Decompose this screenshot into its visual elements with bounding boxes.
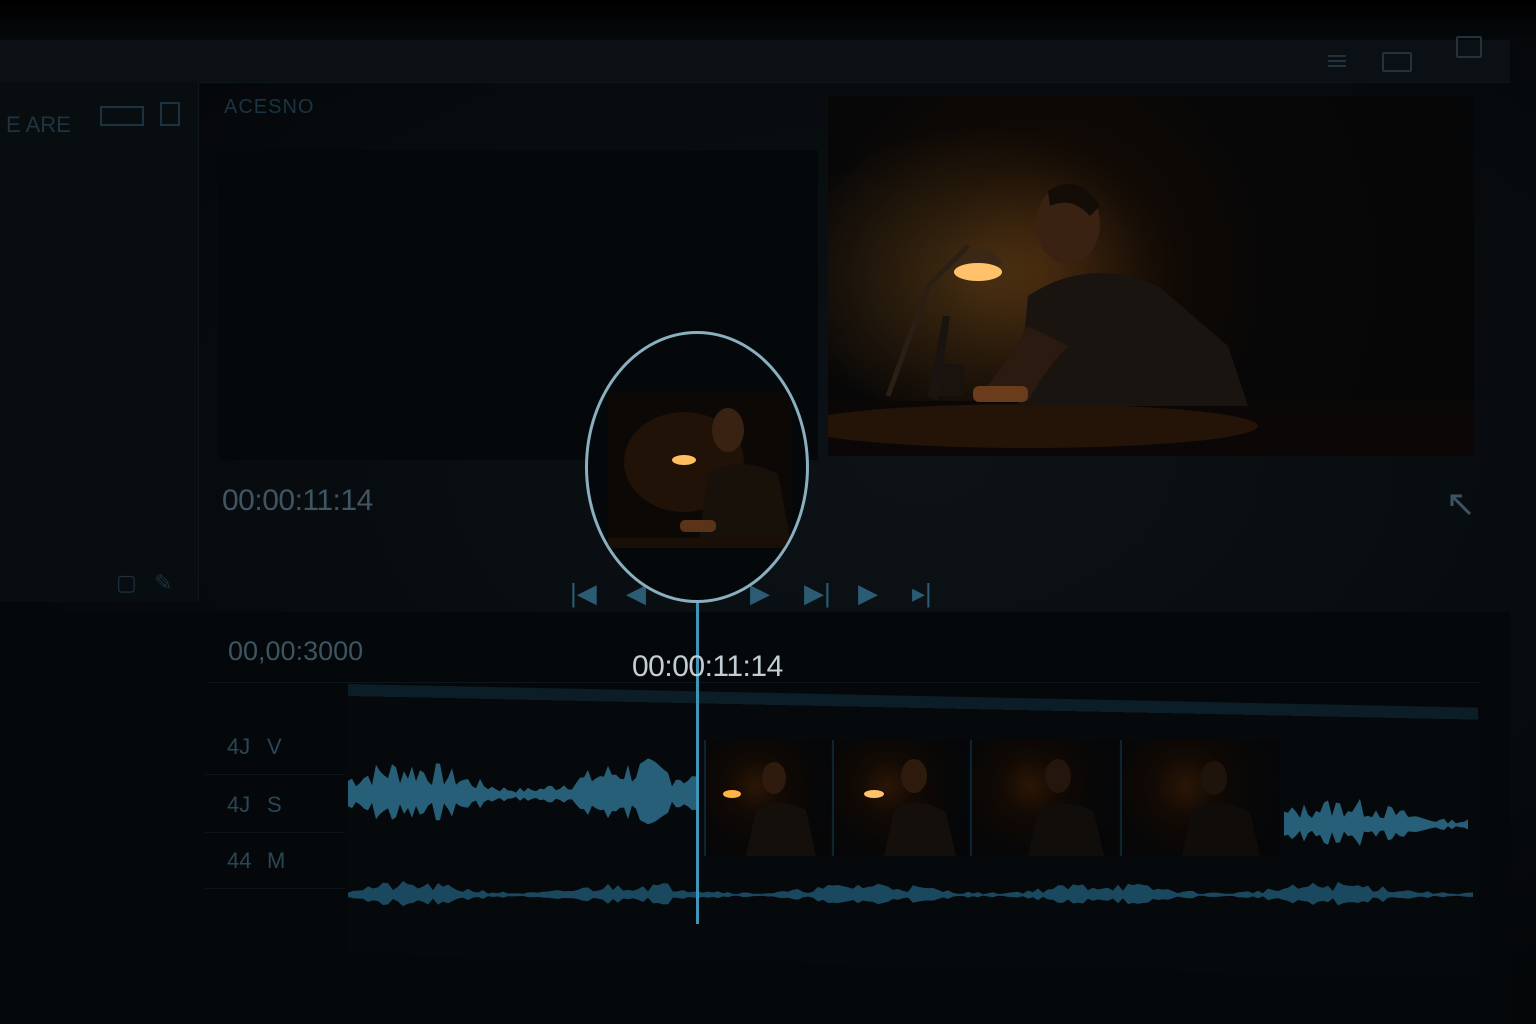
track-headers: 4J V 4J S 44 M: [205, 700, 345, 890]
track-header-s[interactable]: 4J S: [205, 778, 345, 833]
go-to-next-edit-icon[interactable]: ▶|: [804, 578, 831, 609]
expand-icon[interactable]: [1446, 490, 1476, 520]
play-icon[interactable]: ▶: [858, 578, 878, 609]
panel-icon[interactable]: [160, 102, 180, 126]
track-number: 44: [227, 848, 252, 873]
track-header-m[interactable]: 44 M: [205, 834, 345, 889]
track-header-v[interactable]: 4J V: [205, 720, 345, 775]
maximize-icon[interactable]: [1382, 52, 1412, 72]
menu-icon[interactable]: [1326, 52, 1348, 68]
go-to-end-icon[interactable]: ▸|: [912, 578, 932, 609]
timeline-ruler[interactable]: [208, 628, 1480, 683]
audio-track-clip[interactable]: [348, 835, 1473, 955]
monitor-bezel: [0, 0, 1536, 40]
project-panel-header: E ARE: [0, 92, 198, 137]
track-label: V: [267, 734, 282, 759]
restore-icon[interactable]: [1456, 36, 1482, 58]
project-panel-label: E ARE: [6, 112, 71, 137]
crop-icon[interactable]: ▢: [116, 570, 137, 596]
timeline-timecode[interactable]: 00,00:3000: [228, 636, 363, 667]
go-to-start-icon[interactable]: |◀: [570, 578, 597, 609]
window-toolbar: [0, 36, 1510, 83]
project-panel: [0, 82, 199, 602]
video-frame-image: [828, 126, 1474, 456]
waveform: [348, 758, 696, 825]
playhead[interactable]: [696, 572, 699, 924]
source-monitor-header: ACESNO: [210, 86, 810, 134]
track-number: 4J: [227, 792, 251, 817]
pen-icon[interactable]: ✎: [154, 570, 172, 596]
waveform: [348, 881, 1473, 907]
source-timecode[interactable]: 00:00:11:14: [222, 484, 373, 518]
magnifier-preview: [585, 331, 809, 603]
playhead-timecode: 00:00:11:14: [632, 650, 783, 683]
source-monitor-tab[interactable]: ACESNO: [224, 96, 314, 119]
track-number: 4J: [227, 734, 251, 759]
transport-controls: |◀ ◀ ▶ ▶| ▶ ▸|: [560, 578, 950, 618]
program-monitor-viewer: [828, 96, 1474, 456]
track-label: M: [267, 848, 286, 873]
track-label: S: [267, 792, 282, 817]
grid-icon[interactable]: [100, 106, 144, 126]
